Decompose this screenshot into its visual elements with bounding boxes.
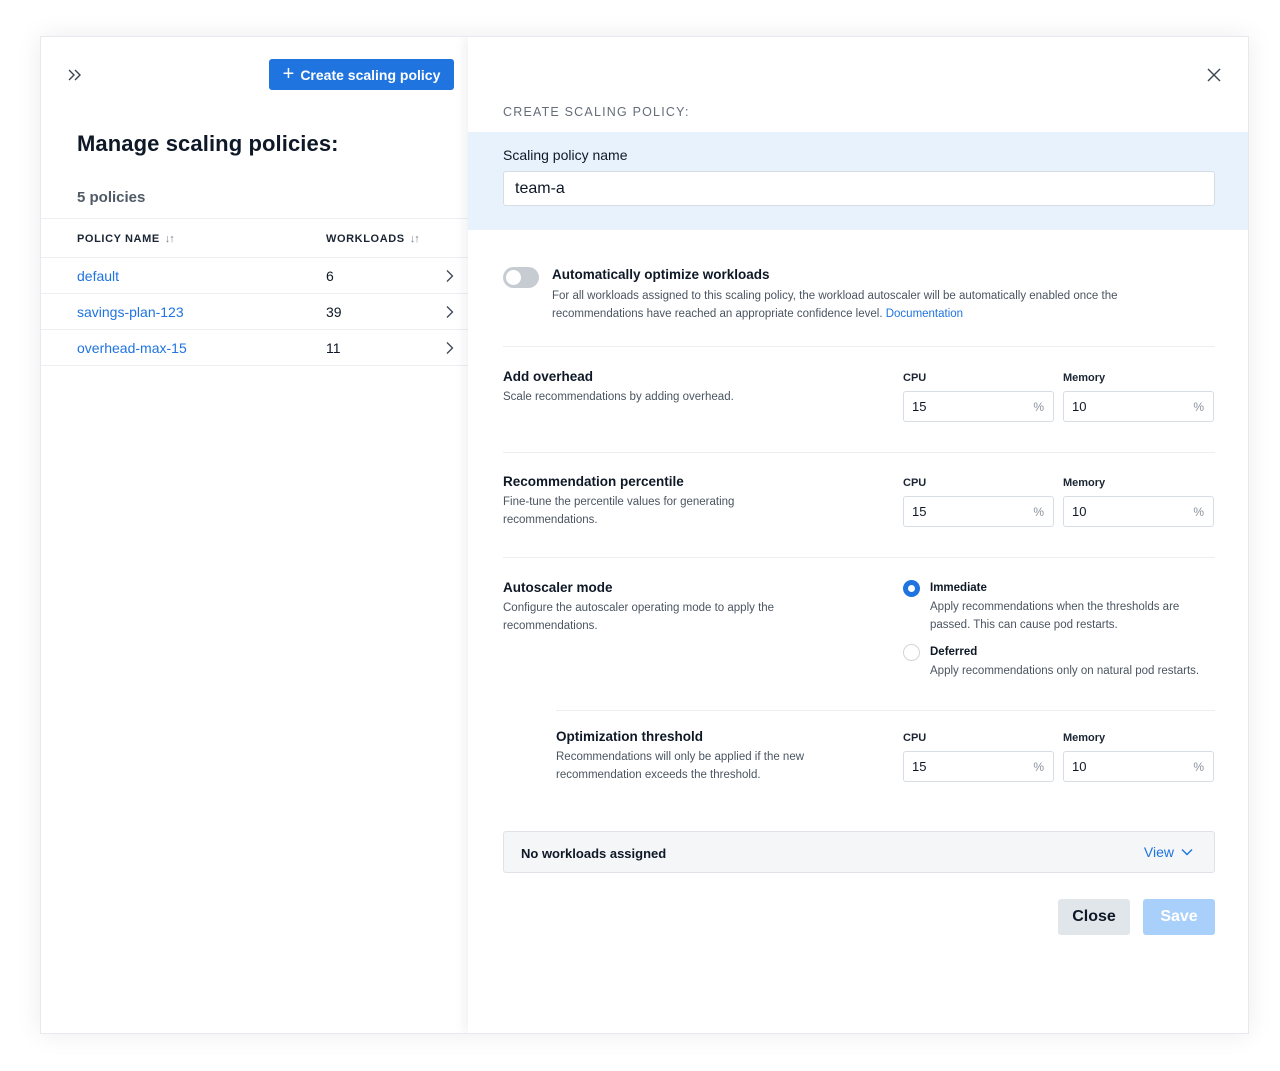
- drawer-title: CREATE SCALING POLICY:: [503, 105, 690, 119]
- threshold-memory-label: Memory: [1063, 732, 1106, 744]
- toggle-knob: [506, 270, 521, 285]
- chevron-right-icon: [446, 342, 454, 354]
- policy-count: 5 policies: [77, 189, 146, 206]
- view-workloads-button[interactable]: View: [1144, 844, 1194, 860]
- policy-name-link[interactable]: overhead-max-15: [77, 340, 187, 356]
- auto-optimize-description: For all workloads assigned to this scali…: [552, 287, 1192, 323]
- create-button-label: Create scaling policy: [300, 66, 441, 83]
- save-button[interactable]: Save: [1143, 899, 1215, 935]
- column-policy-name[interactable]: POLICY NAME ↓↑: [77, 233, 175, 245]
- documentation-link[interactable]: Documentation: [886, 308, 963, 320]
- auto-optimize-description-text: For all workloads assigned to this scali…: [552, 290, 1118, 320]
- divider: [503, 346, 1215, 347]
- app-window: + Create scaling policy Manage scaling p…: [40, 36, 1249, 1034]
- policy-name-link[interactable]: default: [77, 268, 119, 284]
- workload-count: 6: [326, 268, 334, 284]
- percentile-cpu-input[interactable]: [904, 497, 1024, 526]
- percentile-cpu-field: %: [903, 496, 1054, 527]
- percentile-title: Recommendation percentile: [503, 474, 684, 489]
- view-label: View: [1143, 844, 1174, 860]
- policy-name-link[interactable]: savings-plan-123: [77, 304, 184, 320]
- percentile-memory-field: %: [1063, 496, 1214, 527]
- overhead-cpu-label: CPU: [903, 372, 927, 384]
- percentile-cpu-label: CPU: [903, 477, 927, 489]
- deferred-radio[interactable]: [903, 644, 920, 661]
- overhead-memory-field: %: [1063, 391, 1214, 422]
- percent-unit: %: [1033, 400, 1044, 414]
- threshold-cpu-field: %: [903, 751, 1054, 782]
- table-row[interactable]: overhead-max-15 11: [41, 330, 468, 366]
- create-policy-drawer: CREATE SCALING POLICY: Scaling policy na…: [468, 37, 1248, 1033]
- sort-icon: ↓↑: [164, 233, 175, 245]
- percentile-description: Fine-tune the percentile values for gene…: [503, 496, 735, 526]
- close-button[interactable]: Close: [1058, 899, 1130, 935]
- policy-name-input[interactable]: [503, 171, 1215, 206]
- chevrons-right-icon[interactable]: [65, 65, 85, 85]
- overhead-title: Add overhead: [503, 369, 594, 384]
- chevron-right-icon: [446, 306, 454, 318]
- immediate-label: Immediate: [930, 582, 987, 594]
- auto-optimize-title: Automatically optimize workloads: [552, 267, 770, 282]
- table-header: POLICY NAME ↓↑ WORKLOADS ↓↑: [41, 218, 468, 258]
- overhead-memory-input[interactable]: [1064, 392, 1184, 421]
- overhead-cpu-input[interactable]: [904, 392, 1024, 421]
- column-workloads-label: WORKLOADS: [326, 233, 405, 245]
- workload-count: 39: [326, 304, 342, 320]
- chevron-right-icon: [446, 270, 454, 282]
- deferred-label: Deferred: [930, 646, 978, 658]
- close-icon[interactable]: [1206, 67, 1222, 83]
- divider: [503, 557, 1215, 558]
- sort-icon: ↓↑: [409, 233, 420, 245]
- divider: [556, 710, 1215, 711]
- percent-unit: %: [1193, 760, 1204, 774]
- policy-name-label: Scaling policy name: [503, 147, 628, 163]
- policy-name-section: Scaling policy name: [468, 132, 1248, 230]
- overhead-description: Scale recommendations by adding overhead…: [503, 391, 734, 403]
- mode-description: Configure the autoscaler operating mode …: [503, 602, 775, 632]
- workload-count: 11: [326, 340, 341, 356]
- create-scaling-policy-button[interactable]: + Create scaling policy: [269, 59, 454, 90]
- immediate-radio[interactable]: [903, 580, 920, 597]
- no-workloads-text: No workloads assigned: [521, 846, 667, 861]
- page-title: Manage scaling policies:: [77, 131, 339, 156]
- immediate-description: Apply recommendations when the threshold…: [930, 601, 1180, 631]
- column-workloads[interactable]: WORKLOADS ↓↑: [326, 233, 420, 245]
- mode-title: Autoscaler mode: [503, 580, 613, 595]
- percentile-memory-label: Memory: [1063, 477, 1106, 489]
- threshold-cpu-label: CPU: [903, 732, 927, 744]
- threshold-memory-field: %: [1063, 751, 1214, 782]
- chevron-down-icon: [1181, 849, 1193, 856]
- overhead-memory-label: Memory: [1063, 372, 1106, 384]
- percent-unit: %: [1193, 505, 1204, 519]
- table-row[interactable]: default 6: [41, 258, 468, 294]
- percent-unit: %: [1033, 760, 1044, 774]
- threshold-memory-input[interactable]: [1064, 752, 1184, 781]
- percent-unit: %: [1193, 400, 1204, 414]
- threshold-title: Optimization threshold: [556, 729, 703, 744]
- percentile-memory-input[interactable]: [1064, 497, 1184, 526]
- column-policy-name-label: POLICY NAME: [77, 233, 160, 245]
- threshold-description: Recommendations will only be applied if …: [556, 751, 805, 781]
- assigned-workloads-bar: No workloads assigned View: [503, 831, 1215, 873]
- overhead-cpu-field: %: [903, 391, 1054, 422]
- policies-list-panel: + Create scaling policy Manage scaling p…: [41, 37, 468, 1033]
- auto-optimize-toggle[interactable]: [503, 267, 539, 288]
- table-row[interactable]: savings-plan-123 39: [41, 294, 468, 330]
- plus-icon: +: [282, 62, 295, 85]
- threshold-cpu-input[interactable]: [904, 752, 1024, 781]
- percent-unit: %: [1033, 505, 1044, 519]
- divider: [503, 452, 1215, 453]
- deferred-description: Apply recommendations only on natural po…: [930, 665, 1200, 677]
